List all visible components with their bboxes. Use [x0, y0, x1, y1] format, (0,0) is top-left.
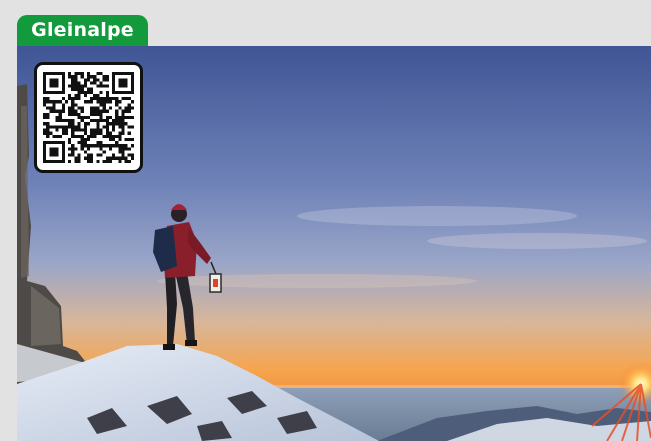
horizon-glow	[267, 385, 651, 388]
location-title-tab: Gleinalpe	[17, 15, 148, 46]
page: Gleinalpe	[0, 0, 651, 441]
location-title: Gleinalpe	[31, 19, 134, 41]
qr-code-icon	[43, 72, 134, 163]
qr-code-card[interactable]	[34, 62, 143, 173]
